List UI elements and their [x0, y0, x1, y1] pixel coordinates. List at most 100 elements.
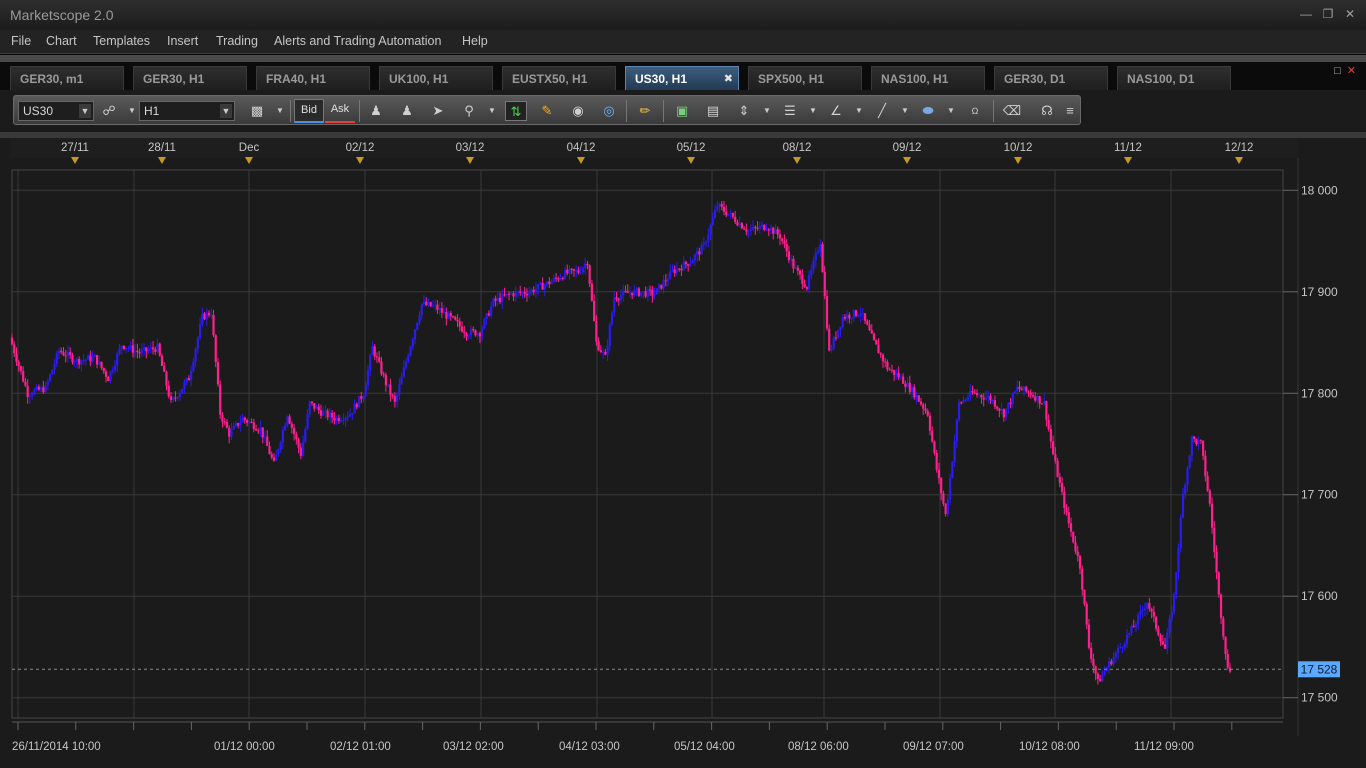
levels-icon[interactable]: ☰ — [779, 101, 801, 121]
candle-down — [384, 374, 388, 386]
tree-icon[interactable]: ☊ — [1036, 101, 1058, 121]
candle-up — [279, 442, 282, 450]
image-icon[interactable]: ▣ — [671, 101, 693, 121]
tab-nas100-h1[interactable]: NAS100, H1 — [871, 66, 985, 90]
tab-ger30-d1[interactable]: GER30, D1 — [994, 66, 1108, 90]
candle-down — [15, 353, 18, 362]
menu-insert[interactable]: Insert — [167, 34, 198, 48]
buy-order-icon[interactable]: ♟ — [365, 101, 387, 121]
candle-up — [147, 349, 150, 352]
globe-icon[interactable]: ◎ — [598, 101, 620, 121]
tab-ger30-h1[interactable]: GER30, H1 — [133, 66, 247, 90]
candle-up — [55, 353, 58, 364]
chevron-down-icon[interactable]: ▼ — [946, 101, 956, 121]
candle-up — [550, 281, 553, 285]
tab-ger30-m1[interactable]: GER30, m1 — [10, 66, 124, 90]
candle-up — [957, 402, 961, 420]
candle-up — [1112, 657, 1115, 665]
zoom-icon[interactable]: ⚲ — [458, 101, 480, 121]
tab-uk100-h1[interactable]: UK100, H1 — [379, 66, 493, 90]
close-icon[interactable]: ✕ — [1342, 6, 1358, 22]
text-tool-icon[interactable]: Ω — [964, 101, 986, 121]
properties-icon[interactable]: ✎ — [536, 101, 558, 121]
chevron-down-icon[interactable]: ▼ — [762, 101, 772, 121]
tab-nas100-d1[interactable]: NAS100, D1 — [1117, 66, 1231, 90]
candle-down — [382, 373, 385, 375]
candle-down — [1163, 644, 1167, 649]
candle-up — [1128, 632, 1131, 636]
link-icon[interactable]: ☍ — [98, 101, 120, 121]
candle-down — [743, 228, 746, 230]
view-icon[interactable]: ◉ — [567, 101, 589, 121]
candle-down — [425, 301, 428, 305]
candle-up — [1143, 608, 1147, 611]
fan-icon[interactable]: ∠ — [825, 101, 847, 121]
chart-type-icon[interactable]: ▩ — [246, 101, 268, 121]
candle-down — [593, 300, 596, 322]
bid-button[interactable]: Bid — [294, 99, 324, 123]
top-axis-label: 11/12 — [1114, 142, 1142, 154]
candle-up — [1011, 393, 1014, 404]
tab-fra40-h1[interactable]: FRA40, H1 — [256, 66, 370, 90]
instrument-select[interactable]: US30 ▼ — [18, 101, 94, 121]
chart-area[interactable]: 27/11 28/11 Dec 02/12 03/12 04/12 05/12 08/12 09… — [0, 138, 1366, 768]
toolbar-separator — [359, 100, 360, 122]
price-axis-label: 18 000 — [1301, 183, 1338, 197]
chevron-down-icon[interactable]: ▼ — [275, 101, 285, 121]
window-icon[interactable]: ▤ — [702, 101, 724, 121]
candle-down — [1076, 551, 1079, 556]
candle-up — [987, 396, 990, 398]
menu-help[interactable]: Help — [462, 34, 488, 48]
candle-up — [28, 395, 32, 397]
close-chart-icon[interactable]: ✕ — [1347, 65, 1356, 77]
channel-icon[interactable]: ⇕ — [733, 101, 755, 121]
candle-down — [310, 401, 314, 404]
menu-trading[interactable]: Trading — [216, 34, 258, 48]
timeframe-select[interactable]: H1 ▼ — [139, 101, 235, 121]
menu-alerts-automation[interactable]: Alerts and Trading Automation — [274, 34, 441, 48]
candle-down — [872, 333, 876, 340]
maximize-icon[interactable]: □ — [1334, 65, 1341, 77]
candle-down — [796, 267, 799, 271]
candle-up — [1103, 671, 1106, 675]
candle-up — [281, 430, 285, 443]
sync-icon[interactable]: ⇅ — [505, 101, 527, 121]
chevron-down-icon[interactable]: ▼ — [808, 101, 818, 121]
candle-down — [740, 223, 744, 229]
candle-down — [888, 369, 891, 371]
chevron-down-icon[interactable]: ▼ — [854, 101, 864, 121]
candle-up — [1007, 402, 1010, 409]
chevron-down-icon[interactable]: ▼ — [900, 101, 910, 121]
menu-chart[interactable]: Chart — [46, 34, 77, 48]
ask-button[interactable]: Ask — [325, 99, 355, 123]
menu-templates[interactable]: Templates — [93, 34, 150, 48]
candle-up — [1184, 484, 1187, 494]
candle-up — [646, 289, 649, 297]
price-chart[interactable]: 27/11 28/11 Dec 02/12 03/12 04/12 05/12 08/12 09… — [0, 138, 1366, 768]
menu-file[interactable]: File — [11, 34, 31, 48]
sell-order-icon[interactable]: ♟ — [396, 101, 418, 121]
eraser-icon[interactable]: ⌫ — [1001, 101, 1023, 121]
chevron-down-icon[interactable]: ▼ — [487, 101, 497, 121]
candle-down — [971, 390, 974, 393]
chevron-down-icon[interactable]: ▼ — [127, 101, 137, 121]
more-icon[interactable]: ≡ — [1063, 101, 1077, 121]
candle-up — [964, 399, 967, 401]
restore-icon[interactable]: ❐ — [1320, 6, 1336, 22]
tab-close-icon[interactable]: ✖ — [724, 72, 733, 85]
tab-us30-h1[interactable]: US30, H1 ✖ — [625, 66, 739, 90]
candle-down — [440, 308, 443, 313]
candle-up — [496, 297, 499, 301]
candle-down — [1199, 440, 1202, 442]
tab-eustx50-h1[interactable]: EUSTX50, H1 — [502, 66, 616, 90]
candle-down — [772, 227, 775, 234]
candle-up — [44, 385, 47, 393]
candle-up — [633, 289, 636, 296]
tab-spx500-h1[interactable]: SPX500, H1 — [748, 66, 862, 90]
line-tool-icon[interactable]: ╱ — [871, 101, 893, 121]
minimize-icon[interactable]: — — [1298, 6, 1314, 22]
shape-icon[interactable]: ⬬ — [917, 101, 939, 121]
ruler-icon[interactable]: ✏ — [634, 101, 656, 121]
cursor-icon[interactable]: ➤ — [427, 101, 449, 121]
candle-up — [747, 230, 750, 232]
